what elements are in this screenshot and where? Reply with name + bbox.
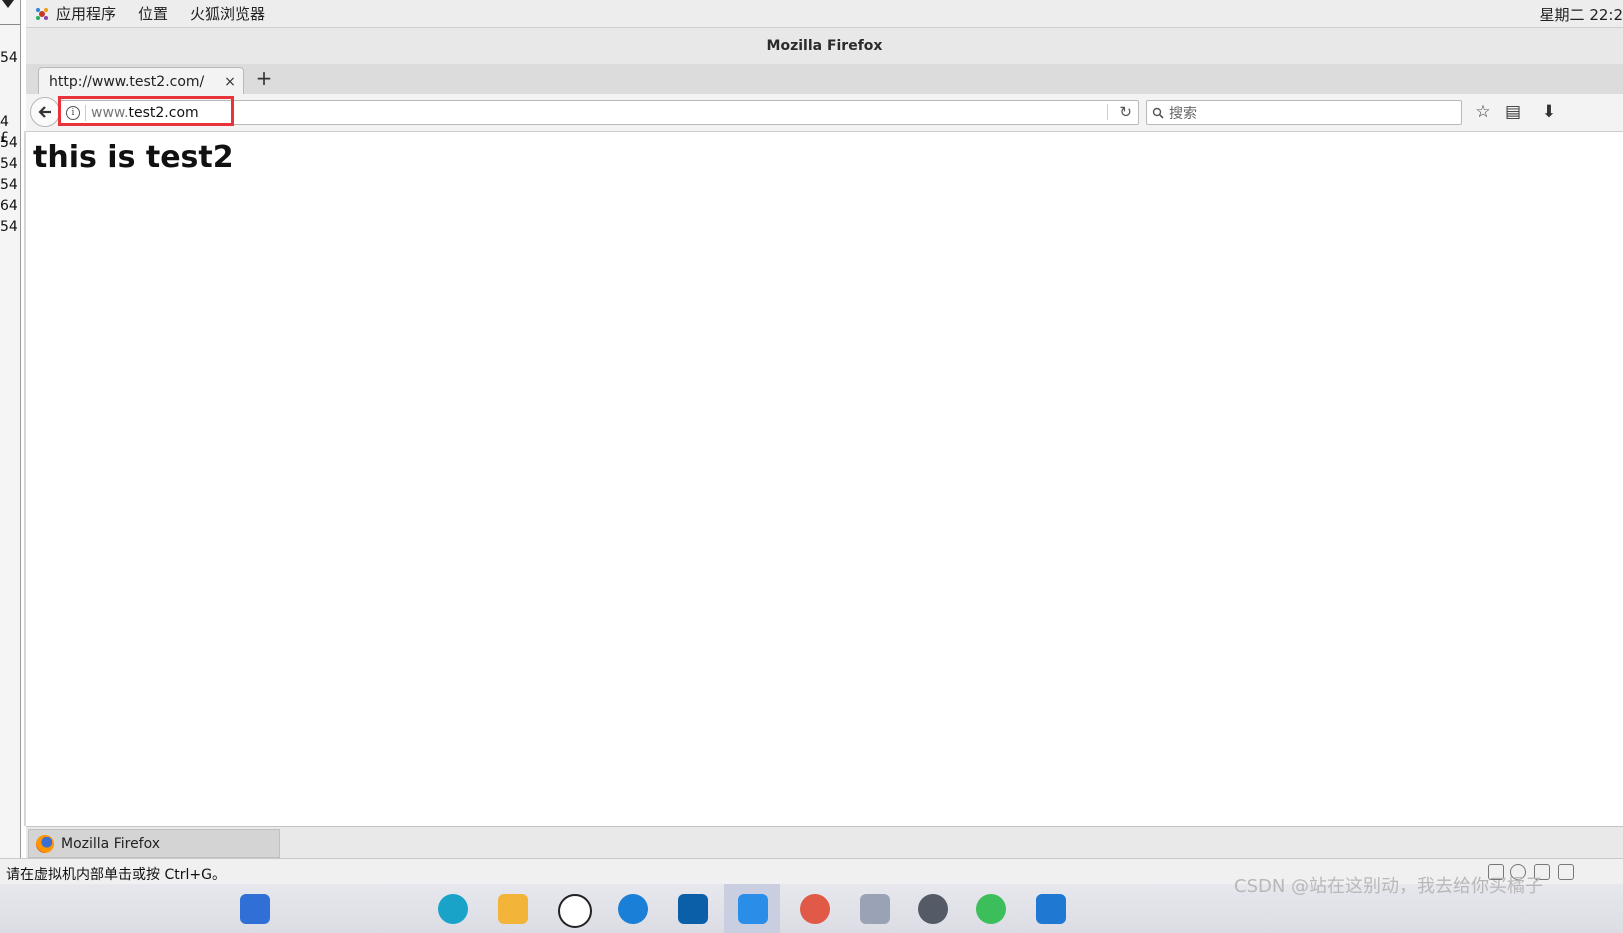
menu-firefox[interactable]: 火狐浏览器 bbox=[190, 3, 265, 24]
menu-places[interactable]: 位置 bbox=[138, 3, 168, 24]
device-icon[interactable] bbox=[1558, 864, 1574, 880]
download-icon[interactable]: ⬇ bbox=[1538, 101, 1560, 123]
gnome-top-bar: 应用程序 位置 火狐浏览器 星期二 22:2 bbox=[26, 0, 1623, 28]
taskbar-app-icon[interactable] bbox=[976, 894, 1006, 924]
arrow-left-icon bbox=[38, 106, 51, 118]
search-placeholder: 搜索 bbox=[1169, 105, 1197, 122]
window-title: Mozilla Firefox bbox=[766, 38, 883, 54]
taskbar-app-icon[interactable] bbox=[1036, 894, 1066, 924]
divider bbox=[1107, 104, 1108, 120]
divider bbox=[0, 24, 20, 25]
library-icon[interactable]: ▤ bbox=[1502, 101, 1524, 123]
search-input[interactable]: 搜索 bbox=[1146, 100, 1462, 125]
taskbar-app-icon[interactable] bbox=[738, 894, 768, 924]
url-text[interactable]: www.test2.com bbox=[91, 105, 199, 121]
host-number: 54 bbox=[0, 177, 18, 193]
navigation-toolbar: i www.test2.com ↻ 搜索 ☆ ▤ ⬇ bbox=[26, 94, 1623, 132]
host-number: 64 bbox=[0, 198, 18, 214]
tab-strip: http://www.test2.com/ × + bbox=[26, 64, 1623, 95]
url-domain: test2.com bbox=[128, 104, 199, 121]
tab-title: http://www.test2.com/ bbox=[49, 73, 205, 90]
firefox-icon bbox=[36, 834, 54, 853]
bookmark-star-icon[interactable]: ☆ bbox=[1472, 101, 1494, 123]
taskbar-app-icon[interactable] bbox=[918, 894, 948, 924]
window-list-label: Mozilla Firefox bbox=[61, 835, 161, 852]
page-heading: this is test2 bbox=[33, 140, 234, 175]
window-list: Mozilla Firefox bbox=[26, 826, 1623, 859]
vm-hint: 请在虚拟机内部单击或按 Ctrl+G。 bbox=[6, 867, 226, 883]
taskbar-app-icon[interactable] bbox=[558, 894, 592, 928]
taskbar-app-icon[interactable] bbox=[618, 894, 648, 924]
applications-icon bbox=[36, 7, 48, 20]
taskbar-app-icon[interactable] bbox=[438, 894, 468, 924]
menu-applications[interactable]: 应用程序 bbox=[56, 3, 116, 24]
window-title-bar[interactable]: Mozilla Firefox bbox=[26, 28, 1623, 65]
info-icon[interactable]: i bbox=[66, 105, 80, 120]
back-button[interactable] bbox=[30, 97, 60, 127]
host-number: 54 bbox=[0, 50, 18, 66]
url-bar[interactable]: i www.test2.com ↻ bbox=[60, 100, 1139, 125]
new-tab-button[interactable]: + bbox=[252, 67, 276, 91]
taskbar-app-icon[interactable] bbox=[498, 894, 528, 924]
url-prefix: www. bbox=[91, 104, 129, 121]
host-number: 54 bbox=[0, 219, 18, 235]
window-left-edge bbox=[24, 131, 26, 826]
divider bbox=[85, 104, 86, 121]
taskbar-app-icon[interactable] bbox=[860, 894, 890, 924]
reload-icon[interactable]: ↻ bbox=[1119, 103, 1132, 121]
chevron-down-icon[interactable] bbox=[2, 0, 14, 8]
search-icon bbox=[1152, 107, 1164, 119]
watermark: CSDN @站在这别动，我去给你买橘子 bbox=[1234, 876, 1544, 897]
close-icon[interactable]: × bbox=[221, 74, 239, 90]
tab-test2[interactable]: http://www.test2.com/ × bbox=[38, 67, 244, 95]
taskbar-app-icon[interactable] bbox=[240, 894, 270, 924]
host-number: 54 bbox=[0, 156, 18, 172]
clock[interactable]: 星期二 22:2 bbox=[1540, 4, 1623, 25]
taskbar-app-icon[interactable] bbox=[678, 894, 708, 924]
window-list-item-firefox[interactable]: Mozilla Firefox bbox=[28, 829, 280, 858]
taskbar-app-icon[interactable] bbox=[800, 894, 830, 924]
host-number: 54 bbox=[0, 135, 18, 151]
host-side-strip: 54 4 £ 54 54 54 64 54 › bbox=[0, 0, 21, 893]
